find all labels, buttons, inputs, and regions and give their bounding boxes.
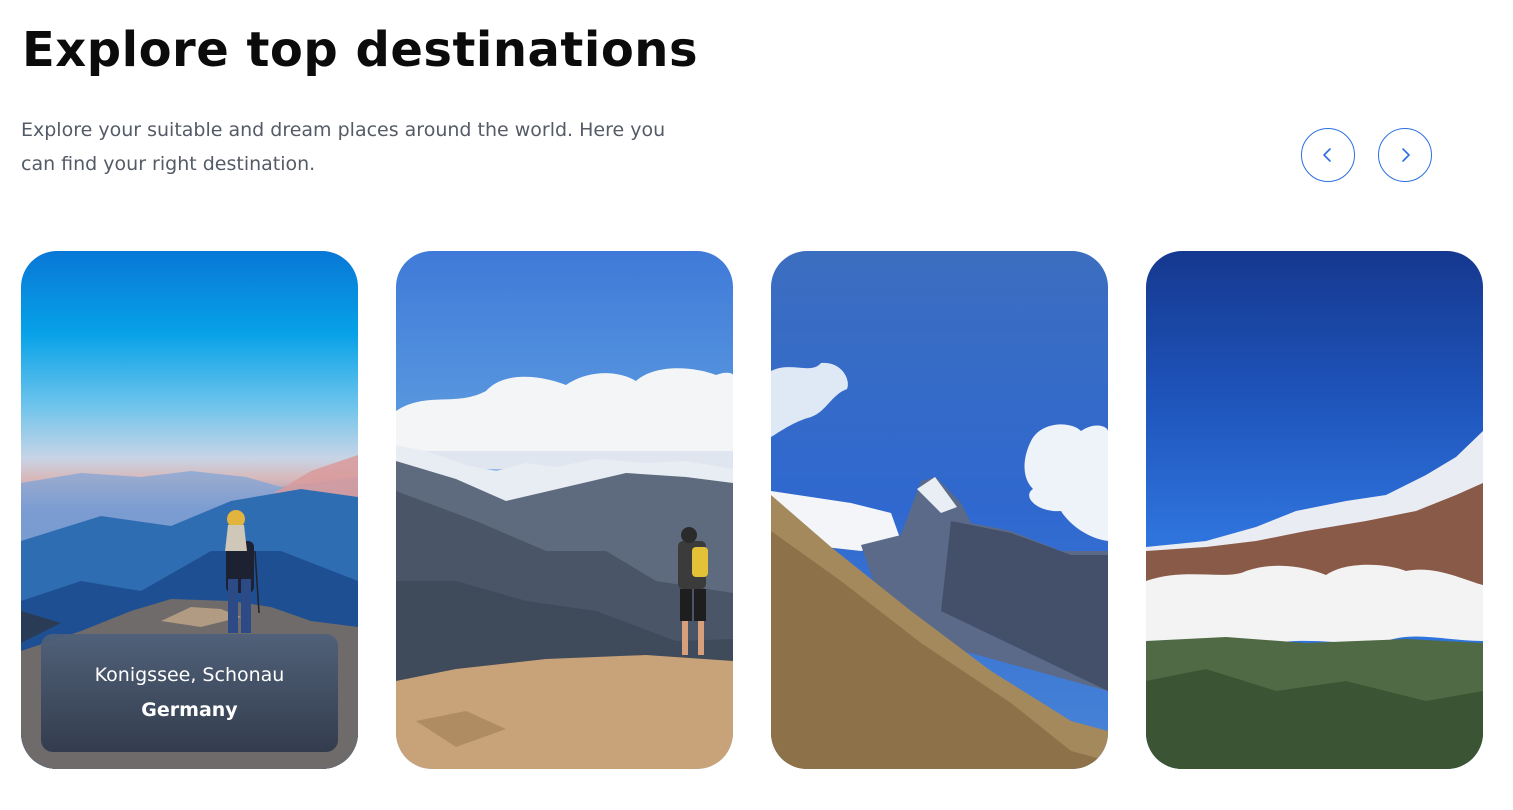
chevron-left-icon — [1323, 148, 1331, 162]
destinations-section: Explore top destinations Explore your su… — [0, 0, 1513, 810]
destination-card[interactable] — [396, 251, 733, 769]
page-title: Explore top destinations — [22, 22, 699, 78]
destination-card[interactable] — [771, 251, 1108, 769]
destination-place: Konigssee, Schonau — [94, 663, 285, 686]
destination-carousel: Konigssee, Schonau Germany — [21, 251, 1483, 769]
destination-photo — [396, 251, 733, 769]
destination-caption: Konigssee, Schonau Germany — [41, 634, 338, 752]
destination-card[interactable] — [1146, 251, 1483, 769]
next-button[interactable] — [1378, 128, 1432, 182]
destination-photo — [1146, 251, 1483, 769]
page-subtitle: Explore your suitable and dream places a… — [21, 119, 666, 175]
chevron-right-icon — [1402, 148, 1410, 162]
destination-country: Germany — [141, 698, 238, 721]
previous-button[interactable] — [1301, 128, 1355, 182]
destination-photo — [771, 251, 1108, 769]
destination-card[interactable]: Konigssee, Schonau Germany — [21, 251, 358, 769]
